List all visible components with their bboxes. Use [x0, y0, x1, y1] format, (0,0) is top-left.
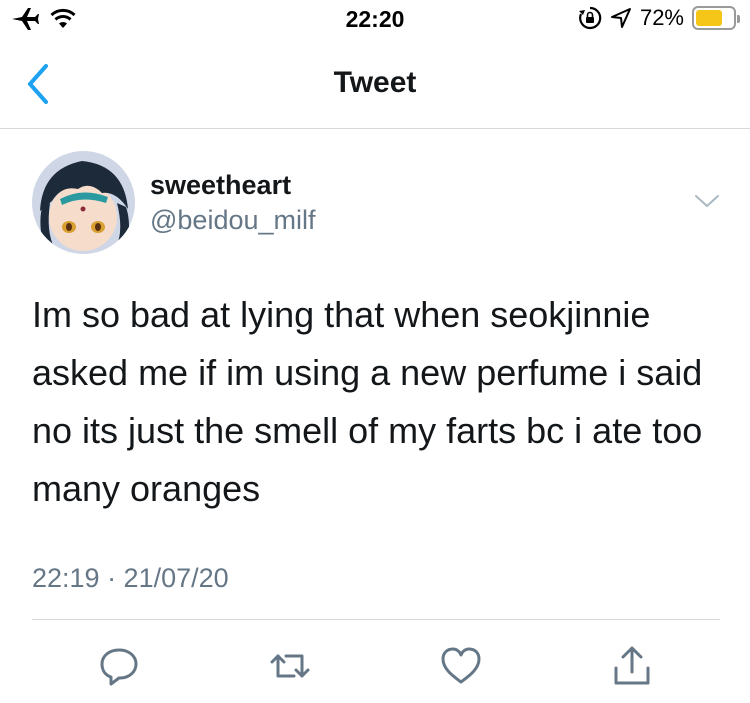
avatar[interactable] [32, 151, 135, 254]
tweet-text: Im so bad at lying that when seokjinnie … [32, 294, 703, 509]
status-right: 72% [578, 5, 740, 31]
reply-button[interactable] [97, 644, 141, 688]
avatar-image [32, 151, 135, 254]
tweet-menu-button[interactable] [690, 188, 724, 216]
location-icon [610, 8, 631, 28]
author-name[interactable]: sweetheart [150, 170, 291, 201]
battery-icon [692, 6, 740, 30]
retweet-icon [270, 654, 310, 678]
battery-cap [737, 15, 740, 23]
rotation-lock-icon [578, 6, 602, 30]
share-icon [614, 646, 650, 685]
status-bar: 22:20 72% [0, 0, 750, 40]
battery-fill [696, 10, 722, 26]
nav-bar: Tweet [0, 40, 750, 129]
reply-icon [100, 648, 138, 686]
divider [32, 619, 720, 620]
like-button[interactable] [439, 644, 483, 688]
page-title: Tweet [333, 66, 417, 99]
author-handle[interactable]: @beidou_milf [150, 205, 316, 236]
chevron-down-icon [695, 195, 719, 207]
share-button[interactable] [610, 644, 654, 688]
retweet-button[interactable] [268, 644, 312, 688]
tweet-timestamp[interactable]: 22:19 · 21/07/20 [32, 563, 229, 594]
battery-percent: 72% [639, 5, 684, 30]
like-icon [441, 647, 481, 684]
